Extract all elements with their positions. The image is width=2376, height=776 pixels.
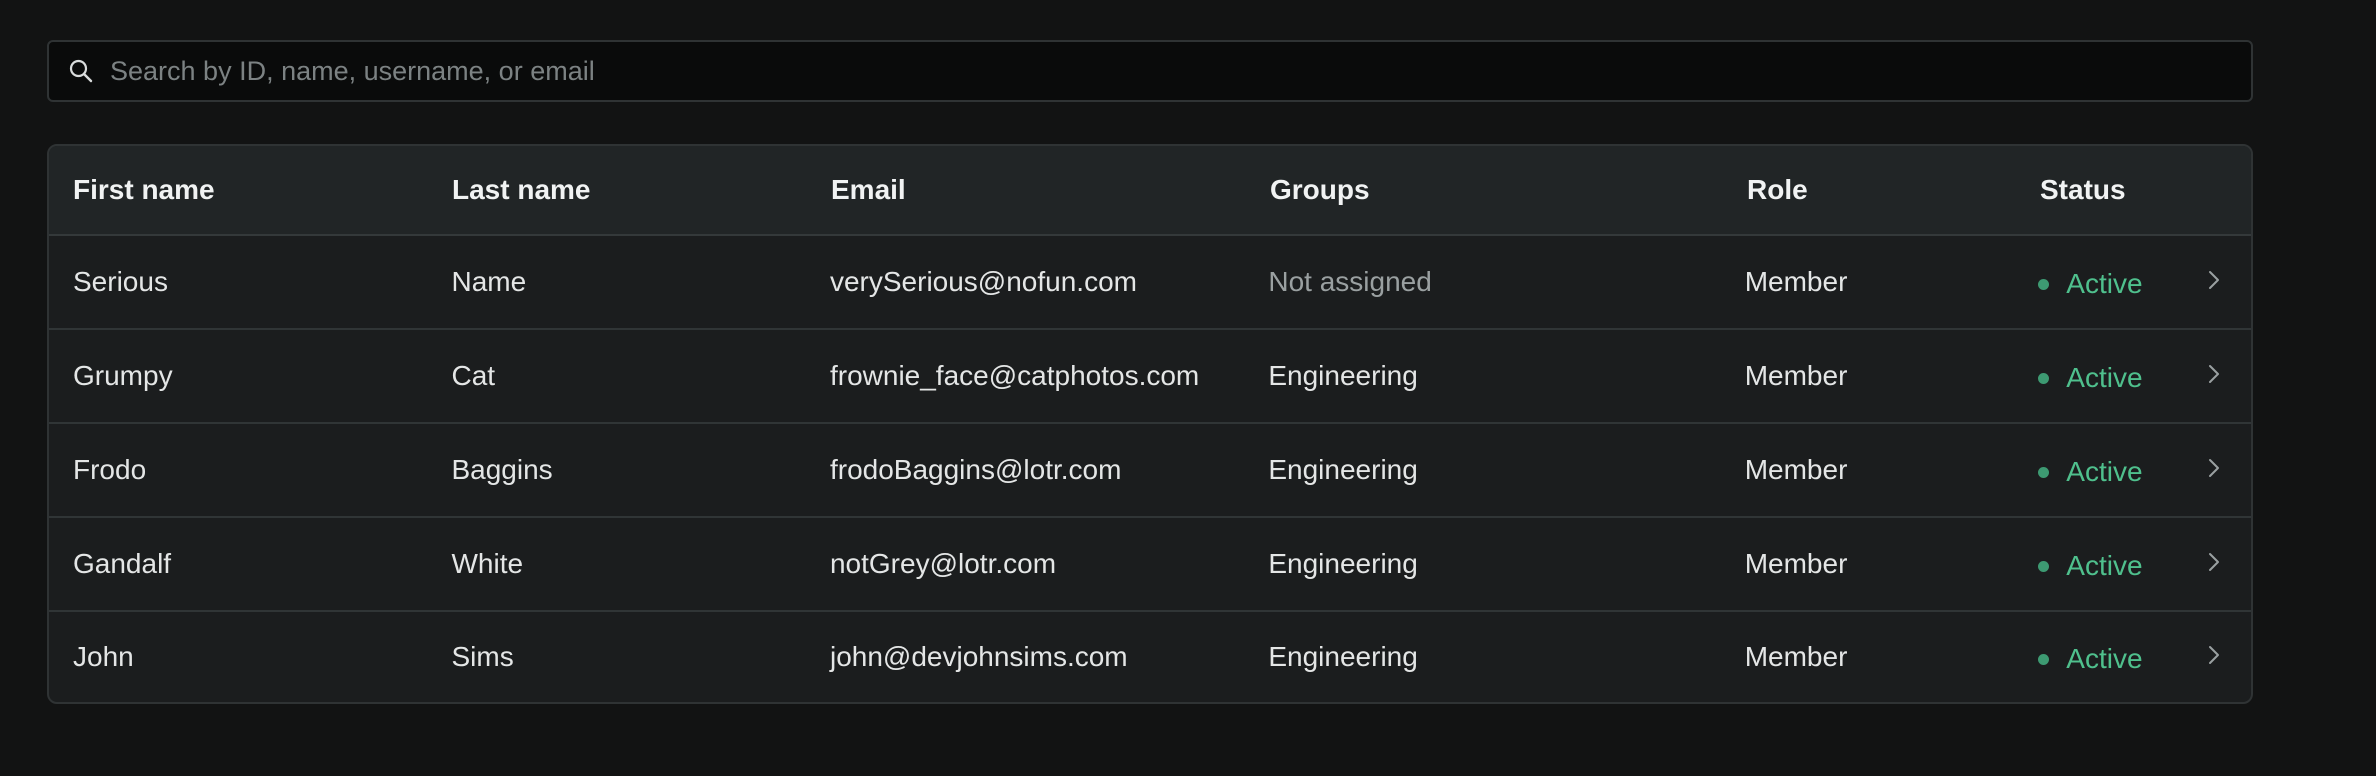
- cell-first-name: Serious: [73, 266, 168, 297]
- row-open-button[interactable]: [2207, 362, 2251, 391]
- table-row[interactable]: Serious Name verySerious@nofun.com Not a…: [49, 236, 2251, 330]
- search-icon: [68, 58, 94, 84]
- cell-role: Member: [1744, 548, 1848, 579]
- cell-role: Member: [1744, 454, 1848, 485]
- user-list-page: First name Last name Email Groups Role S…: [0, 0, 2376, 776]
- cell-groups: Engineering: [1268, 454, 1418, 485]
- cell-groups: Not assigned: [1268, 266, 1432, 297]
- status-label: Active: [2066, 643, 2143, 674]
- cell-last-name: Baggins: [451, 454, 553, 485]
- status-dot-icon: [2038, 466, 2050, 478]
- cell-status: Active: [2037, 639, 2207, 675]
- column-header-last-name[interactable]: Last name: [452, 174, 831, 206]
- search-input[interactable]: [110, 42, 2251, 100]
- cell-groups: Engineering: [1268, 548, 1418, 579]
- table-row[interactable]: Frodo Baggins frodoBaggins@lotr.com Engi…: [49, 424, 2251, 518]
- table-header: First name Last name Email Groups Role S…: [49, 146, 2251, 236]
- cell-last-name: White: [451, 548, 524, 579]
- table-body: Serious Name verySerious@nofun.com Not a…: [49, 236, 2251, 702]
- chevron-right-icon: [2207, 268, 2221, 297]
- cell-last-name: Sims: [451, 641, 514, 672]
- status-label: Active: [2066, 456, 2143, 487]
- table-row[interactable]: John Sims john@devjohnsims.com Engineeri…: [49, 612, 2251, 702]
- cell-groups: Engineering: [1268, 360, 1418, 391]
- search-bar[interactable]: [47, 40, 2253, 102]
- status-badge: Active: [2037, 358, 2207, 394]
- users-table: First name Last name Email Groups Role S…: [47, 144, 2253, 704]
- status-badge: Active: [2037, 639, 2207, 675]
- cell-email: notGrey@lotr.com: [829, 548, 1057, 579]
- row-open-button[interactable]: [2207, 456, 2251, 485]
- row-open-button[interactable]: [2207, 268, 2251, 297]
- cell-role: Member: [1744, 641, 1848, 672]
- cell-first-name: Grumpy: [73, 360, 173, 391]
- chevron-right-icon: [2207, 643, 2221, 672]
- cell-status: Active: [2037, 358, 2207, 394]
- cell-email: verySerious@nofun.com: [829, 266, 1137, 297]
- cell-last-name: Cat: [451, 360, 496, 391]
- cell-status: Active: [2037, 546, 2207, 582]
- status-label: Active: [2066, 362, 2143, 393]
- cell-role: Member: [1744, 266, 1848, 297]
- cell-email: frodoBaggins@lotr.com: [829, 454, 1122, 485]
- chevron-right-icon: [2207, 362, 2221, 391]
- table-row[interactable]: Grumpy Cat frownie_face@catphotos.com En…: [49, 330, 2251, 424]
- cell-email: frownie_face@catphotos.com: [829, 360, 1200, 391]
- cell-email: john@devjohnsims.com: [829, 641, 1128, 672]
- status-dot-icon: [2038, 653, 2050, 665]
- cell-status: Active: [2037, 264, 2207, 300]
- cell-first-name: Gandalf: [73, 548, 172, 579]
- status-label: Active: [2066, 268, 2143, 299]
- cell-first-name: Frodo: [73, 454, 147, 485]
- row-open-button[interactable]: [2207, 550, 2251, 579]
- column-header-email[interactable]: Email: [831, 174, 1270, 206]
- cell-groups: Engineering: [1268, 641, 1418, 672]
- column-header-groups[interactable]: Groups: [1270, 174, 1747, 206]
- chevron-right-icon: [2207, 550, 2221, 579]
- status-badge: Active: [2037, 264, 2207, 300]
- status-dot-icon: [2038, 560, 2050, 572]
- row-open-button[interactable]: [2207, 643, 2251, 672]
- cell-role: Member: [1744, 360, 1848, 391]
- status-label: Active: [2066, 550, 2143, 581]
- cell-last-name: Name: [451, 266, 527, 297]
- column-header-role[interactable]: Role: [1747, 174, 2040, 206]
- status-badge: Active: [2037, 546, 2207, 582]
- table-row[interactable]: Gandalf White notGrey@lotr.com Engineeri…: [49, 518, 2251, 612]
- status-dot-icon: [2038, 278, 2050, 290]
- chevron-right-icon: [2207, 456, 2221, 485]
- column-header-first-name[interactable]: First name: [73, 174, 452, 206]
- cell-first-name: John: [73, 641, 134, 672]
- column-header-status[interactable]: Status: [2040, 174, 2210, 206]
- status-badge: Active: [2037, 452, 2207, 488]
- status-dot-icon: [2038, 372, 2050, 384]
- cell-status: Active: [2037, 452, 2207, 488]
